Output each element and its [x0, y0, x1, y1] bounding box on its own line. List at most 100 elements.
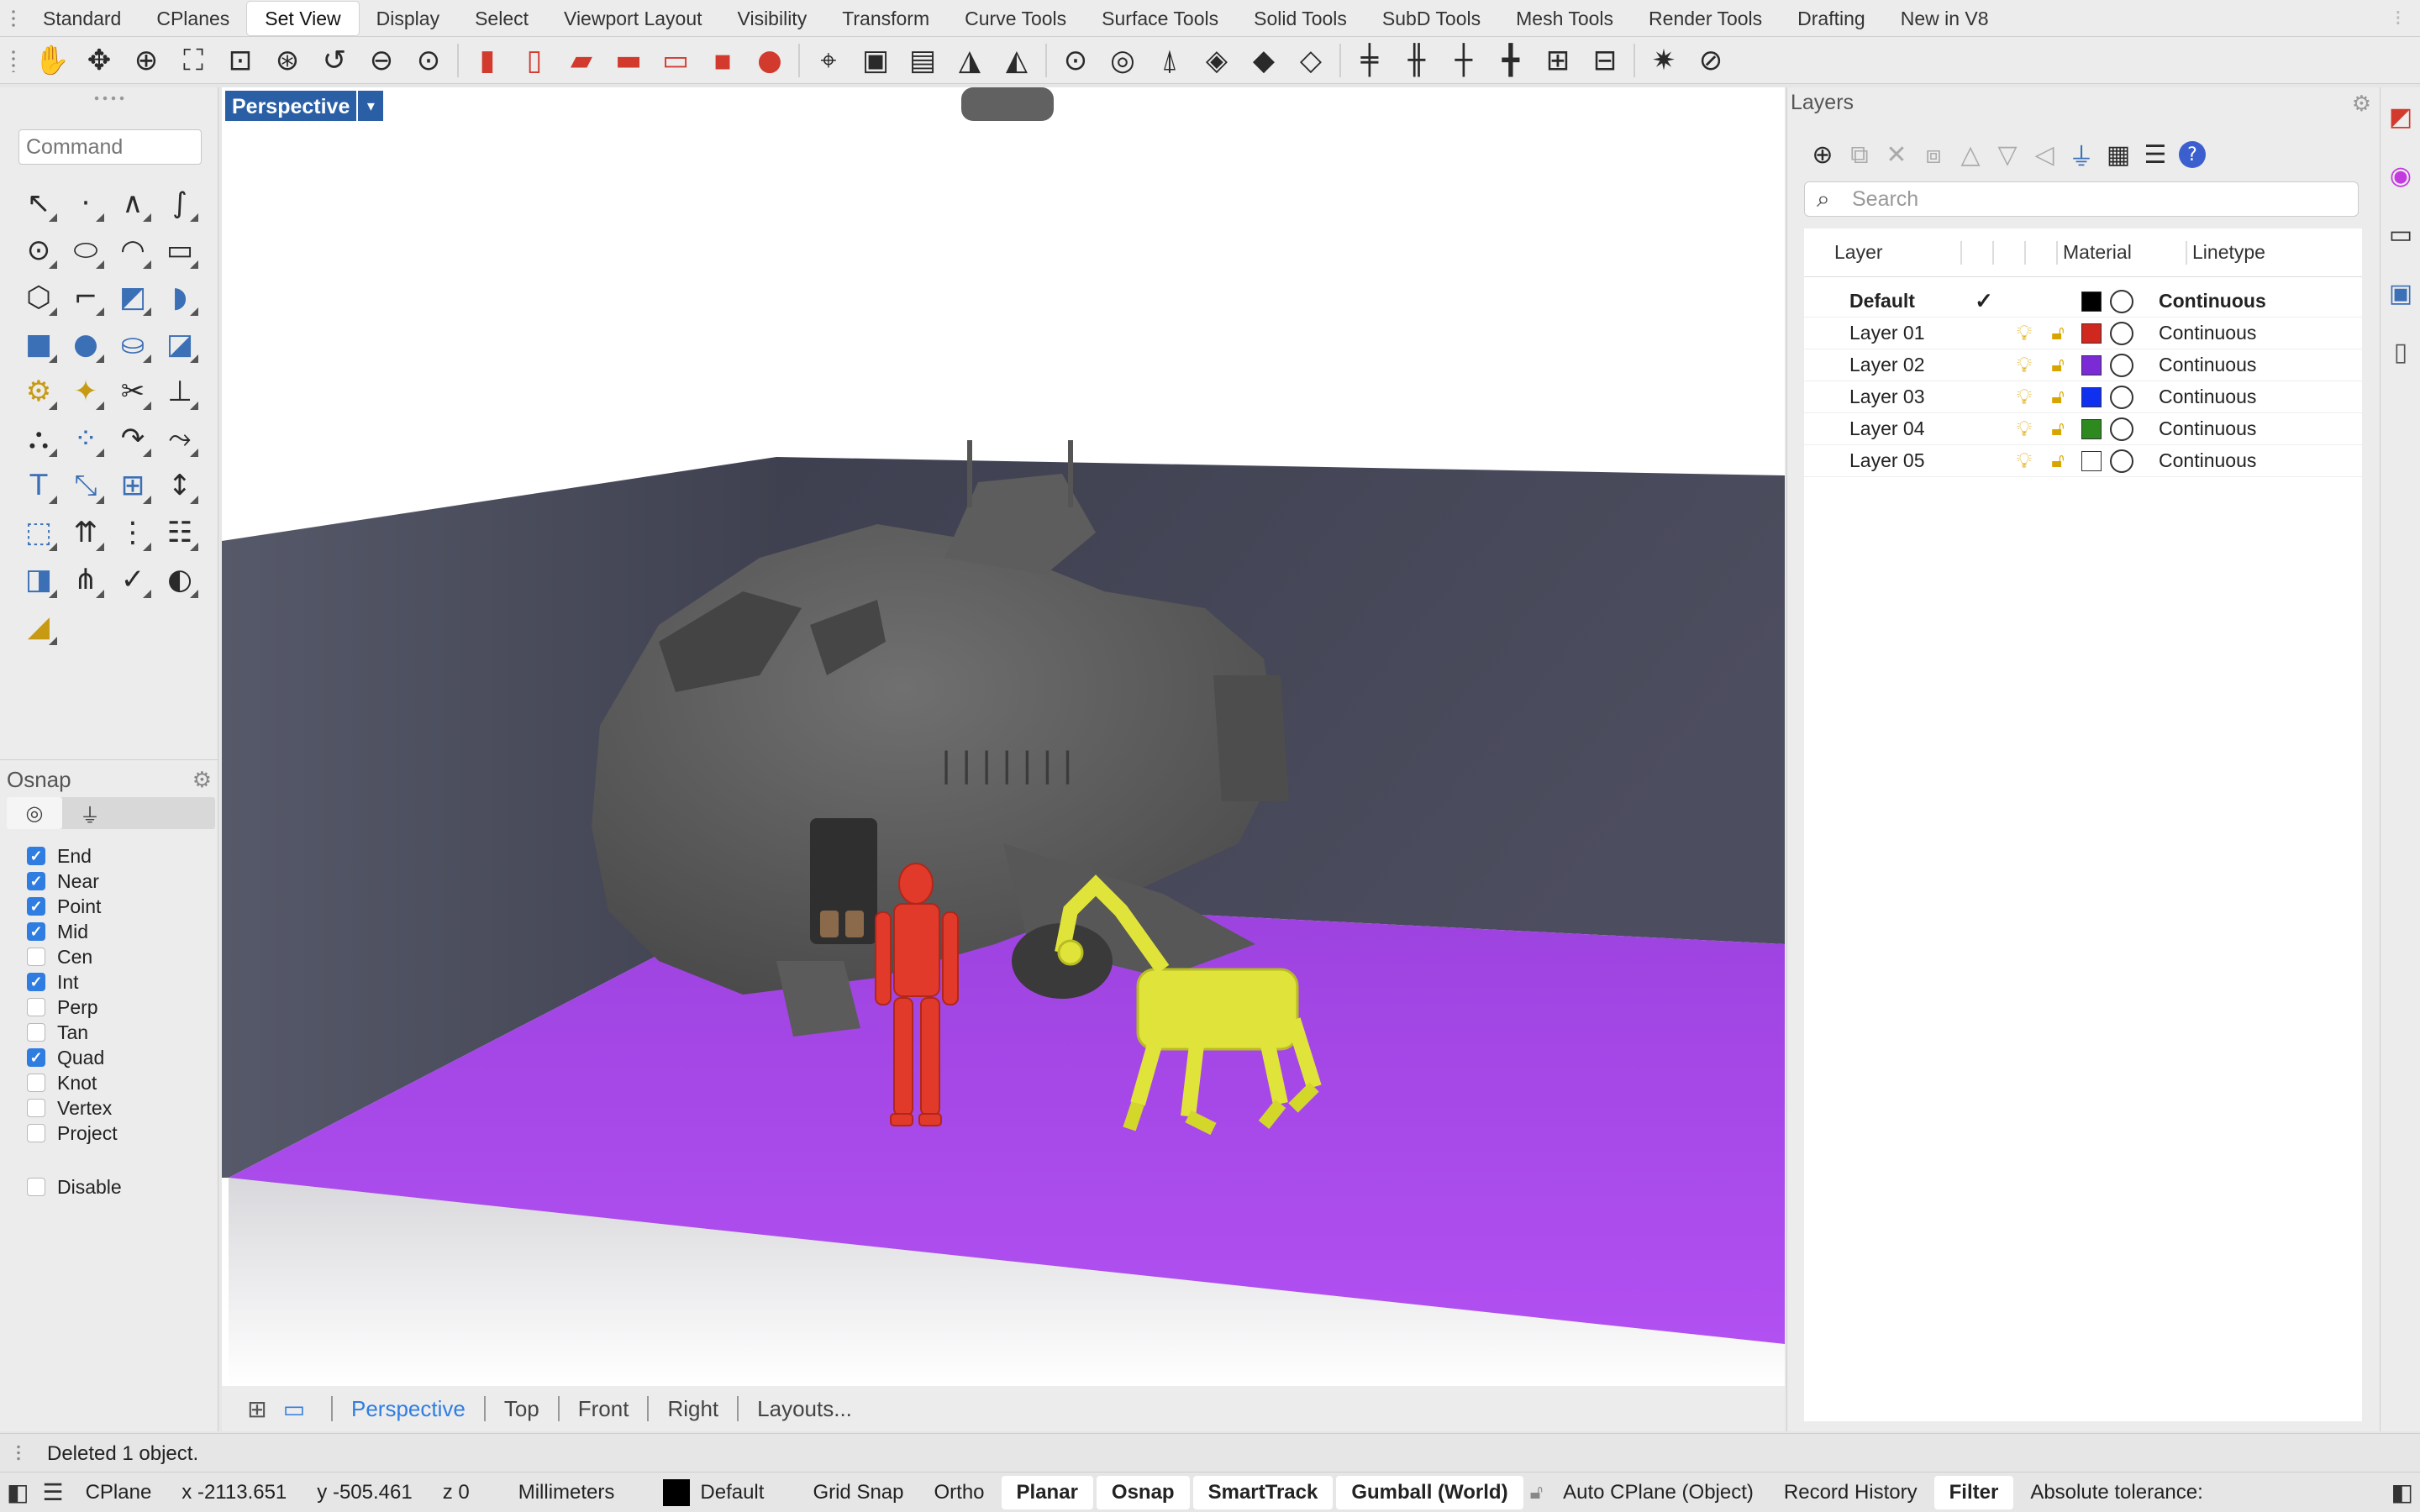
layer-linetype[interactable]: Continuous	[2159, 290, 2266, 312]
layer-color-swatch[interactable]	[2081, 386, 2102, 407]
tab-solid-tools[interactable]: Solid Tools	[1236, 2, 1365, 35]
tab-subd-tools[interactable]: SubD Tools	[1365, 2, 1498, 35]
cplane-elevation-icon[interactable]: ⍋	[1146, 39, 1193, 81]
osnap-tan-checkbox[interactable]	[27, 1023, 45, 1042]
layer-color-swatch[interactable]	[2081, 354, 2102, 375]
turntable-icon[interactable]: ⊘	[1687, 39, 1734, 81]
layer-table-icon[interactable]: ▦	[2100, 138, 2137, 171]
scale-icon[interactable]: ⤡	[62, 462, 109, 509]
cplane-object-icon[interactable]: ◎	[1099, 39, 1146, 81]
osnap-perp-checkbox[interactable]	[27, 998, 45, 1016]
mirror-icon[interactable]: ◨	[15, 556, 62, 603]
osnap-target-icon[interactable]: ◎	[7, 797, 62, 829]
layer-color-cell[interactable]	[2075, 418, 2108, 439]
tabbar-grip[interactable]	[12, 8, 15, 29]
osnap-gear-icon[interactable]: ⚙	[192, 767, 212, 793]
lightbulb-icon[interactable]: 💡︎	[2007, 352, 2041, 379]
viewport-title[interactable]: Perspective ▾	[225, 91, 384, 121]
tab-mesh-tools[interactable]: Mesh Tools	[1498, 2, 1631, 35]
layer-color-swatch[interactable]	[2081, 323, 2102, 344]
osnap-near-checkbox[interactable]: ✓	[27, 872, 45, 890]
toolbar-close-icon[interactable]: ⁝	[2395, 5, 2402, 31]
current-layer-check-icon[interactable]: ✓	[1960, 288, 2007, 314]
material-circle-icon[interactable]	[2110, 385, 2133, 409]
layer-name[interactable]: Layer 02	[1804, 354, 1960, 376]
column-layer[interactable]: Layer	[1804, 241, 1960, 264]
layer-linetype[interactable]: Continuous	[2159, 386, 2256, 408]
explode-icon[interactable]: ✦	[62, 368, 109, 415]
help-tab-icon[interactable]: ▣	[2381, 264, 2420, 323]
view-perspective-car-icon[interactable]: ●	[746, 39, 793, 81]
check-icon[interactable]: ✓	[109, 556, 156, 603]
status-auto-cplane[interactable]: Auto CPlane (Object)	[1548, 1476, 1769, 1509]
material-circle-icon[interactable]	[2110, 417, 2133, 441]
osnap-end-checkbox[interactable]: ✓	[27, 847, 45, 865]
cplane-view-icon[interactable]: ◈	[1193, 39, 1240, 81]
osnap-disable-checkbox[interactable]	[27, 1178, 45, 1196]
viewport-tab-front[interactable]: Front	[578, 1396, 629, 1422]
tab-new-in-v8[interactable]: New in V8	[1883, 2, 2007, 35]
viewport-tab-right[interactable]: Right	[667, 1396, 718, 1422]
iconbar-grip[interactable]	[12, 49, 15, 72]
align-front-icon[interactable]: ⊞	[1534, 39, 1581, 81]
properties-icon[interactable]: ☷	[156, 509, 203, 556]
osnap-int[interactable]: ✓ Int	[27, 969, 122, 995]
window-toggle-icon[interactable]: ◧	[2385, 1476, 2420, 1509]
layer-color-cell[interactable]	[2075, 450, 2108, 471]
layer-material-cell[interactable]	[2108, 353, 2159, 377]
align-right-icon[interactable]: ╋	[1487, 39, 1534, 81]
layer-row[interactable]: Layer 03 💡︎ 🔓︎ Continuous	[1804, 381, 2362, 413]
layer-color-swatch[interactable]	[2081, 291, 2102, 312]
tab-cplanes[interactable]: CPlanes	[139, 2, 247, 35]
osnap-vertex-checkbox[interactable]	[27, 1099, 45, 1117]
osnap-project[interactable]: Project	[27, 1121, 122, 1146]
layer-row[interactable]: Layer 01 💡︎ 🔓︎ Continuous	[1804, 318, 2362, 349]
tab-viewport-layout[interactable]: Viewport Layout	[546, 2, 720, 35]
view-left-car-icon[interactable]: ▰	[558, 39, 605, 81]
mesh-plane-icon[interactable]: ◪	[156, 321, 203, 368]
layer-material-cell[interactable]	[2108, 417, 2159, 441]
tab-standard[interactable]: Standard	[25, 2, 139, 35]
cplane-rotate-icon[interactable]: ◆	[1240, 39, 1287, 81]
move-parent-icon[interactable]: ◁	[2026, 138, 2063, 171]
osnap-near[interactable]: ✓ Near	[27, 869, 122, 894]
boolean-union-icon[interactable]: ⛬	[15, 415, 62, 462]
align-bottom-icon[interactable]: ╫	[1393, 39, 1440, 81]
polyline-icon[interactable]: ∧	[109, 180, 156, 227]
layer-linetype[interactable]: Continuous	[2159, 449, 2256, 472]
layer-name[interactable]: Layer 05	[1804, 449, 1960, 472]
viewport-menu-chevron-down-icon[interactable]: ▾	[358, 91, 384, 121]
gear-tool-icon[interactable]: ⚙	[15, 368, 62, 415]
view-bottom-car-icon[interactable]: ▯	[511, 39, 558, 81]
zoom-1to1-icon[interactable]: ⊙	[405, 39, 452, 81]
camera-icon[interactable]: ▣	[852, 39, 899, 81]
perspective-view-icon[interactable]: ◭	[993, 39, 1040, 81]
tab-visibility[interactable]: Visibility	[720, 2, 825, 35]
rotate-view-icon[interactable]: ✥	[76, 39, 123, 81]
extrude-curve-icon[interactable]: ◗	[156, 274, 203, 321]
fillet-edge-icon[interactable]: ↷	[109, 415, 156, 462]
osnap-cen-checkbox[interactable]	[27, 948, 45, 966]
split-icon[interactable]: ⊥	[156, 368, 203, 415]
unlock-icon[interactable]: 🔓︎	[2041, 322, 2075, 345]
layer-material-cell[interactable]	[2108, 385, 2159, 409]
osnap-tan[interactable]: Tan	[27, 1020, 122, 1045]
status-layer[interactable]: Default	[648, 1476, 797, 1509]
status-planar[interactable]: Planar	[1001, 1475, 1093, 1509]
point-icon[interactable]: ·	[62, 180, 109, 227]
cplane-3-points-icon[interactable]: ◇	[1287, 39, 1334, 81]
layer-material-cell[interactable]	[2108, 321, 2159, 345]
curve-icon[interactable]: ∫	[156, 180, 203, 227]
viewport-tab-top[interactable]: Top	[504, 1396, 539, 1422]
view-front-car-icon[interactable]: ▭	[652, 39, 699, 81]
sun-compass-icon[interactable]: ✷	[1640, 39, 1687, 81]
osnap-project-checkbox[interactable]	[27, 1124, 45, 1142]
osnap-knot-checkbox[interactable]	[27, 1074, 45, 1092]
panel-toggle-icon[interactable]: ◧	[0, 1476, 35, 1509]
view-back-car-icon[interactable]: ▪	[699, 39, 746, 81]
align-top-icon[interactable]: ╪	[1346, 39, 1393, 81]
status-smarttrack[interactable]: SmartTrack	[1192, 1475, 1334, 1509]
status-cplane[interactable]: CPlane	[71, 1476, 167, 1509]
layer-row[interactable]: Layer 02 💡︎ 🔓︎ Continuous	[1804, 349, 2362, 381]
array-icon[interactable]: ⊞	[109, 462, 156, 509]
